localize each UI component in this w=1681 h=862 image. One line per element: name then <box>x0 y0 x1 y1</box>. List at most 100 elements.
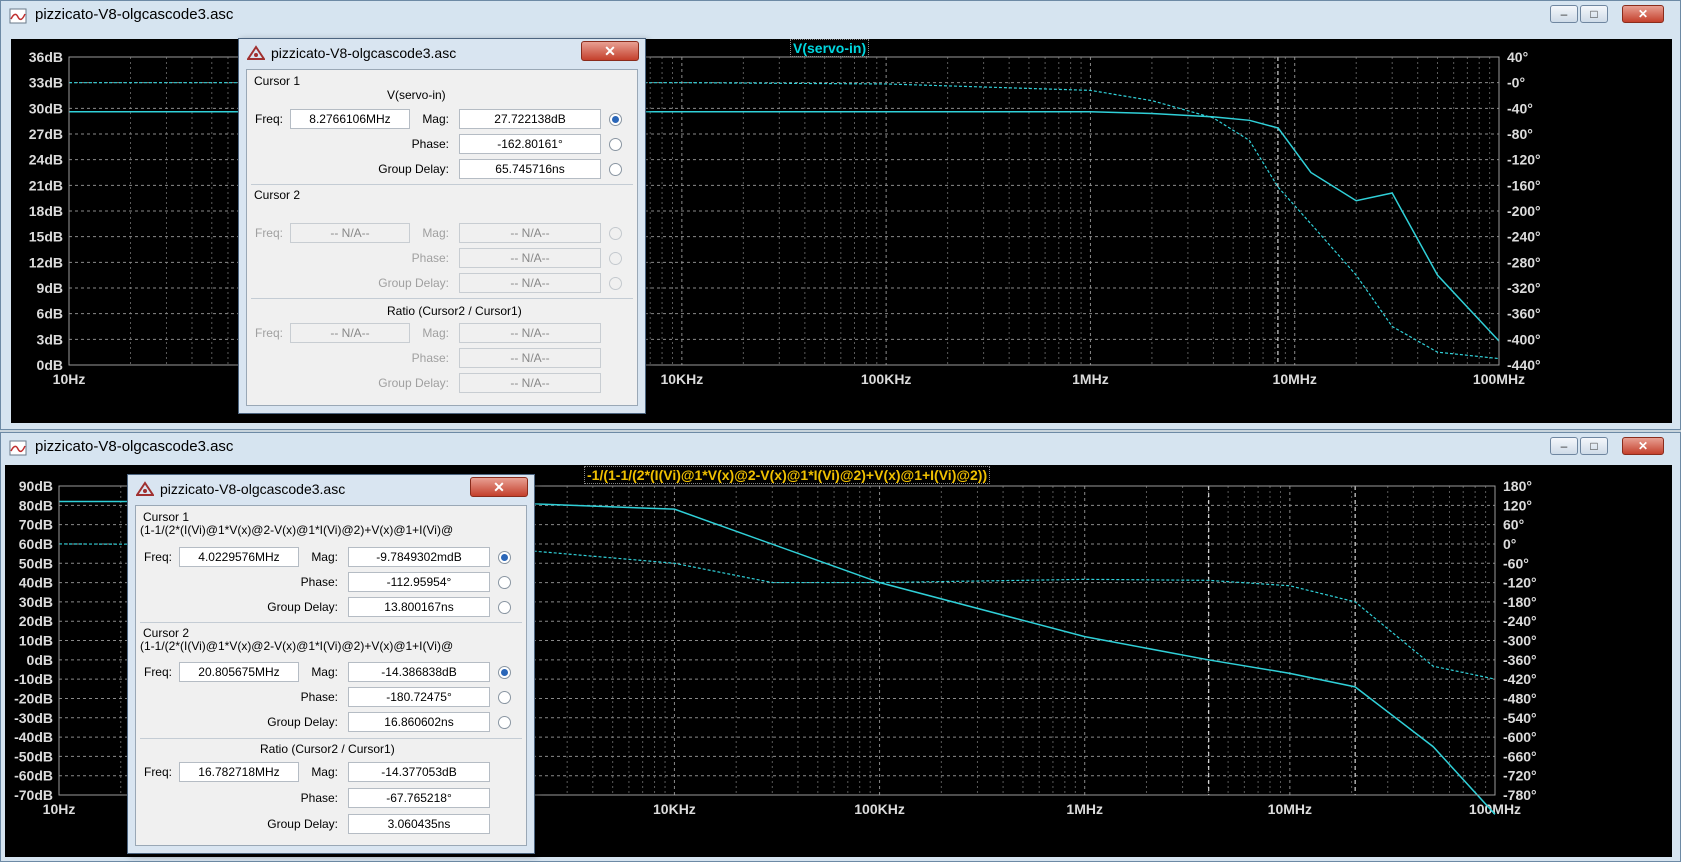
x-tick-label: 100MHz <box>1473 371 1525 387</box>
cursor1-trace-name: V(servo-in) <box>387 88 446 102</box>
ratio-mag-field[interactable]: -- N/A-- <box>459 323 601 343</box>
left-tick-label: 3dB <box>37 331 63 347</box>
cursor2-mag-field[interactable]: -- N/A-- <box>459 223 601 243</box>
cursor1-group-delay-field[interactable]: 65.745716ns <box>459 159 601 179</box>
close-button[interactable]: ✕ <box>581 41 639 61</box>
close-button[interactable]: ✕ <box>1622 437 1664 455</box>
right-tick-label: -160° <box>1507 177 1541 193</box>
cursor2-group-delay-field[interactable]: -- N/A-- <box>459 273 601 293</box>
minimize-button[interactable]: – <box>1550 437 1578 455</box>
left-tick-label: -30dB <box>14 710 53 726</box>
right-tick-label: -180° <box>1503 594 1537 610</box>
separator <box>251 184 633 185</box>
ratio-group-delay-field[interactable]: 3.060435ns <box>348 814 490 834</box>
group-delay-label: Group Delay: <box>378 162 449 176</box>
ratio-group-delay-field[interactable]: -- N/A-- <box>459 373 601 393</box>
group-delay-label: Group Delay: <box>378 276 449 290</box>
cursor1-mag-field[interactable]: 27.722138dB <box>459 109 601 129</box>
mag-label: Mag: <box>422 226 449 240</box>
cursor1-phase-radio[interactable] <box>498 576 511 589</box>
cursor2-group-label: Cursor 2 <box>254 188 301 202</box>
x-tick-label: 10MHz <box>1273 371 1317 387</box>
right-tick-label: -420° <box>1503 671 1537 687</box>
mag-label: Mag: <box>311 550 338 564</box>
cursor1-mag-field[interactable]: -9.7849302mdB <box>348 547 490 567</box>
cursor1-freq-field[interactable]: 4.0229576MHz <box>179 547 299 567</box>
left-tick-label: 40dB <box>19 575 53 591</box>
x-tick-label: 100MHz <box>1469 801 1521 817</box>
window-title: pizzicato-V8-olgcascode3.asc <box>35 438 234 455</box>
maximize-button[interactable]: □ <box>1580 437 1608 455</box>
cursor1-group-delay-radio[interactable] <box>609 163 622 176</box>
ratio-group-label: Ratio (Cursor2 / Cursor1) <box>260 742 395 756</box>
group-delay-label: Group Delay: <box>267 600 338 614</box>
left-tick-label: 80dB <box>19 497 53 513</box>
cursor2-phase-field[interactable]: -180.72475° <box>348 687 490 707</box>
mag-label: Mag: <box>422 112 449 126</box>
right-tick-label: -0° <box>1507 75 1525 91</box>
ratio-freq-field[interactable]: 16.782718MHz <box>179 762 299 782</box>
x-tick-label: 1MHz <box>1072 371 1109 387</box>
left-tick-label: 21dB <box>29 177 63 193</box>
left-tick-label: 24dB <box>29 152 63 168</box>
ratio-mag-field[interactable]: -14.377053dB <box>348 762 490 782</box>
left-tick-label: 70dB <box>19 517 53 533</box>
cursor2-freq-field[interactable]: -- N/A-- <box>290 223 410 243</box>
minimize-button[interactable]: – <box>1550 5 1578 23</box>
left-tick-label: 18dB <box>29 203 63 219</box>
trace-label[interactable]: -1/(1-1/(2*(I(Vi)@1*V(x)@2-V(x)@1*I(Vi)@… <box>584 466 991 484</box>
right-tick-label: -40° <box>1507 100 1533 116</box>
ratio-freq-field[interactable]: -- N/A-- <box>290 323 410 343</box>
left-tick-label: 50dB <box>19 555 53 571</box>
title-bar[interactable]: pizzicato-V8-olgcascode3.asc – □ ✕ <box>1 433 1680 463</box>
cursor2-mag-field[interactable]: -14.386838dB <box>348 662 490 682</box>
cursor1-group-delay-field[interactable]: 13.800167ns <box>348 597 490 617</box>
maximize-button[interactable]: □ <box>1580 5 1608 23</box>
cursor1-mag-radio[interactable] <box>498 551 511 564</box>
group-delay-label: Group Delay: <box>267 715 338 729</box>
close-button[interactable]: ✕ <box>470 477 528 497</box>
right-tick-label: -320° <box>1507 280 1541 296</box>
cursor1-phase-field[interactable]: -162.80161° <box>459 134 601 154</box>
ratio-phase-field[interactable]: -- N/A-- <box>459 348 601 368</box>
close-button[interactable]: ✕ <box>1622 5 1664 23</box>
left-tick-label: -70dB <box>14 787 53 803</box>
right-tick-label: 180° <box>1503 478 1532 494</box>
title-bar[interactable]: pizzicato-V8-olgcascode3.asc – □ ✕ <box>1 1 1680 31</box>
dialog-title-bar[interactable]: pizzicato-V8-olgcascode3.asc ✕ <box>239 39 645 67</box>
cursor1-phase-radio[interactable] <box>609 138 622 151</box>
left-tick-label: 90dB <box>19 478 53 494</box>
cursor2-group-delay-radio[interactable] <box>498 716 511 729</box>
cursor2-trace-name: (1-1/(2*(I(Vi)@1*V(x)@2-V(x)@1*I(Vi)@2)+… <box>140 639 454 653</box>
phase-label: Phase: <box>411 137 449 151</box>
right-tick-label: -660° <box>1503 748 1537 764</box>
right-tick-label: -600° <box>1503 729 1537 745</box>
cursor2-group-delay-field[interactable]: 16.860602ns <box>348 712 490 732</box>
dialog-title-bar[interactable]: pizzicato-V8-olgcascode3.asc ✕ <box>128 475 534 503</box>
mag-label: Mag: <box>422 326 449 340</box>
cursor2-mag-radio[interactable] <box>498 666 511 679</box>
right-tick-label: 0° <box>1503 536 1516 552</box>
x-tick-label: 10KHz <box>653 801 696 817</box>
cursor1-mag-radio[interactable] <box>609 113 622 126</box>
right-tick-label: -240° <box>1503 613 1537 629</box>
cursor2-phase-radio[interactable] <box>498 691 511 704</box>
cursor2-mag-radio[interactable] <box>609 227 622 240</box>
right-tick-label: -280° <box>1507 254 1541 270</box>
cursor1-group-label: Cursor 1 <box>143 510 190 524</box>
cursor2-group-delay-radio[interactable] <box>609 277 622 290</box>
dialog-title: pizzicato-V8-olgcascode3.asc <box>160 481 346 497</box>
group-delay-label: Group Delay: <box>378 376 449 390</box>
left-tick-label: 6dB <box>37 306 63 322</box>
cursor2-phase-field[interactable]: -- N/A-- <box>459 248 601 268</box>
cursor1-group-delay-radio[interactable] <box>498 601 511 614</box>
cursor1-freq-field[interactable]: 8.2766106MHz <box>290 109 410 129</box>
left-tick-label: 0dB <box>27 652 53 668</box>
ratio-phase-field[interactable]: -67.765218° <box>348 788 490 808</box>
cursor2-freq-field[interactable]: 20.805675MHz <box>179 662 299 682</box>
trace-label[interactable]: V(servo-in) <box>790 39 870 57</box>
cursor1-phase-field[interactable]: -112.95954° <box>348 572 490 592</box>
right-tick-label: -360° <box>1503 652 1537 668</box>
cursor2-phase-radio[interactable] <box>609 252 622 265</box>
mag-label: Mag: <box>311 665 338 679</box>
